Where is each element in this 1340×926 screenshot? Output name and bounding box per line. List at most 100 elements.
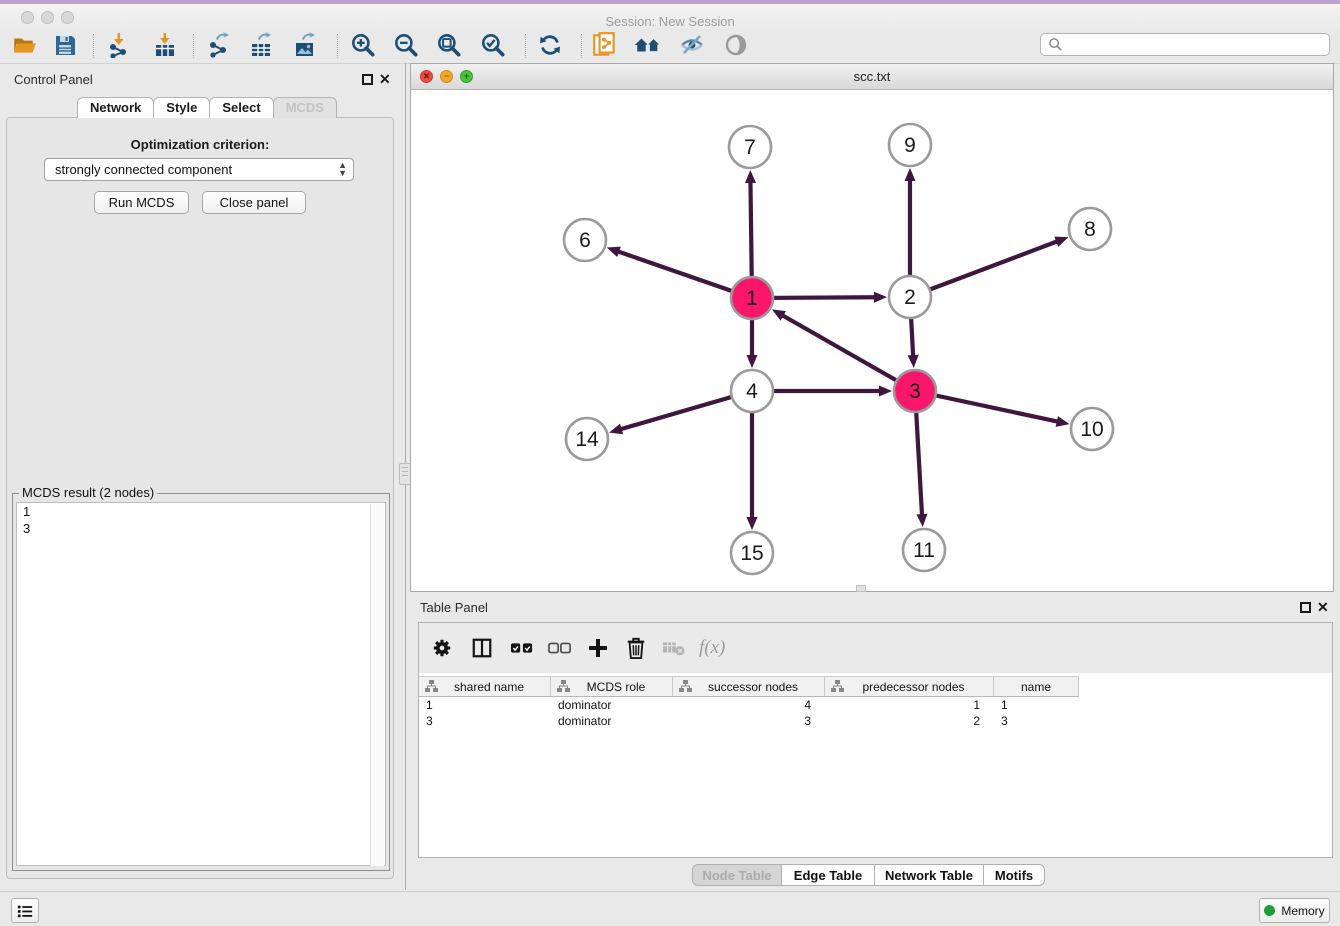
table-panel-float-icon[interactable] [1300,602,1311,613]
control-panel-title: Control Panel [14,72,93,87]
table-cell[interactable]: 1 [419,697,551,713]
refresh-layout-icon[interactable] [536,31,564,59]
network-window-titlebar[interactable]: ✕ − + scc.txt [411,64,1333,90]
show-all-icon[interactable] [722,31,750,59]
optimization-criterion-select[interactable]: strongly connected component ▲▼ [44,158,354,181]
tab-network-table[interactable]: Network Table [874,864,984,886]
import-network-icon[interactable] [105,31,133,59]
app-titlebar: Session: New Session [0,4,1340,28]
tab-node-table[interactable]: Node Table [692,864,782,886]
column-settings-icon[interactable] [427,633,457,663]
show-panels-button[interactable] [11,898,39,923]
tab-motifs[interactable]: Motifs [983,864,1045,886]
hide-selected-icon[interactable] [678,31,706,59]
control-panel-float-icon[interactable] [362,74,373,85]
node-label-9: 9 [904,134,916,157]
optimization-criterion-label: Optimization criterion: [6,137,394,152]
arrowhead-icon [747,517,758,530]
column-header-name[interactable]: name [994,677,1079,696]
zoom-in-icon[interactable] [349,31,377,59]
arrowhead-icon [747,355,758,368]
export-table-icon[interactable] [247,31,275,59]
arrowhead-icon [1054,237,1068,247]
column-header-shared-name[interactable]: shared name [419,677,551,696]
search-field[interactable] [1040,33,1330,56]
node-label-2: 2 [904,286,916,309]
toolbar-separator [581,34,582,58]
memory-button[interactable]: Memory [1259,898,1330,923]
node-label-6: 6 [579,229,591,252]
table-cell[interactable]: 1 [825,697,994,713]
node-label-4: 4 [746,380,758,403]
delete-icon[interactable] [621,633,651,663]
table-panel-close-icon[interactable]: ✕ [1317,602,1329,613]
deselect-all-icon[interactable] [545,633,575,663]
network-window-resize-grip[interactable] [856,585,866,592]
attribute-icon [831,680,844,693]
delete-table-icon [659,633,689,663]
control-panel-close-icon[interactable]: ✕ [379,74,391,85]
network-canvas[interactable]: 7968124314101511 [412,90,1333,591]
search-input[interactable] [1068,37,1329,53]
tab-select[interactable]: Select [209,97,273,118]
table-cell[interactable]: dominator [551,713,673,729]
arrowhead-icon [874,292,887,303]
arrowhead-icon [879,386,892,397]
table-panel-tabs: Node TableEdge TableNetwork TableMotifs [693,864,1045,886]
node-label-14: 14 [575,428,599,451]
save-session-icon[interactable] [51,31,79,59]
table-cell[interactable]: 4 [673,697,825,713]
table-row[interactable]: 1dominator411 [419,697,1332,713]
table-header-row: shared nameMCDS rolesuccessor nodesprede… [419,676,1079,697]
result-scrollbar[interactable] [370,504,384,866]
tab-edge-table[interactable]: Edge Table [781,864,875,886]
run-mcds-button[interactable]: Run MCDS [94,191,189,214]
control-panel-tabs: NetworkStyleSelectMCDS [77,97,336,118]
toolbar-separator [337,34,338,58]
select-all-icon[interactable] [507,633,537,663]
zoom-out-icon[interactable] [392,31,420,59]
zoom-selected-icon[interactable] [479,31,507,59]
node-label-11: 11 [913,539,935,562]
import-table-icon[interactable] [151,31,179,59]
node-label-8: 8 [1084,218,1096,241]
node-label-15: 15 [740,542,763,565]
list-icon [16,903,34,919]
arrowhead-icon [745,170,756,183]
table-toolbar: f(x) [419,623,1332,673]
new-network-from-selection-icon[interactable] [591,31,619,59]
open-file-icon[interactable] [10,31,38,59]
table-row[interactable]: 3dominator323 [419,713,1332,729]
close-panel-button[interactable]: Close panel [202,191,306,214]
column-header-predecessor-nodes[interactable]: predecessor nodes [825,677,994,696]
show-columns-icon[interactable] [467,633,497,663]
zoom-fit-icon[interactable] [435,31,463,59]
function-builder-icon: f(x) [699,637,725,659]
table-cell[interactable]: 3 [419,713,551,729]
toolbar-separator [525,34,526,58]
app-title: Session: New Session [0,14,1340,29]
table-cell[interactable]: dominator [551,697,673,713]
memory-label: Memory [1281,904,1324,918]
edge-3-1[interactable] [782,315,915,391]
first-neighbors-icon[interactable] [634,31,662,59]
column-header-successor-nodes[interactable]: successor nodes [673,677,825,696]
export-image-icon[interactable] [291,31,319,59]
attribute-icon [425,680,438,693]
export-network-icon[interactable] [205,31,233,59]
table-rows: 1dominator4113dominator323 [419,697,1332,729]
tab-network[interactable]: Network [77,97,154,118]
arrowhead-icon [916,514,927,527]
table-cell[interactable]: 1 [994,697,1079,713]
table-cell[interactable]: 3 [994,713,1079,729]
node-label-10: 10 [1080,418,1103,441]
mcds-result-textarea[interactable]: 13 [16,502,386,866]
edge-2-8[interactable] [910,241,1058,297]
add-icon[interactable] [583,633,613,663]
result-line: 3 [17,520,385,537]
table-cell[interactable]: 3 [673,713,825,729]
table-cell[interactable]: 2 [825,713,994,729]
tab-style[interactable]: Style [153,97,210,118]
tab-mcds[interactable]: MCDS [273,97,337,118]
column-header-MCDS-role[interactable]: MCDS role [551,677,673,696]
